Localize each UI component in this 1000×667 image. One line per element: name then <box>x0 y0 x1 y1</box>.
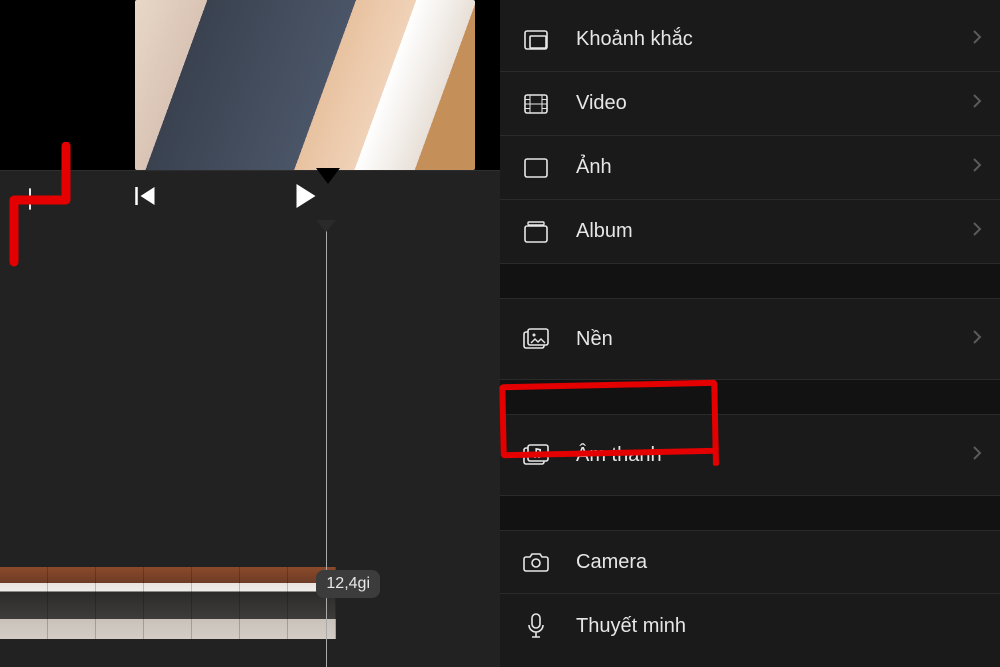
photo-icon <box>522 158 550 178</box>
clip-thumb[interactable] <box>240 567 288 639</box>
preview-area <box>0 0 500 170</box>
editor-pane: 12,4gi <box>0 0 500 667</box>
menu-item-camera[interactable]: Camera <box>500 530 1000 594</box>
camera-icon <box>522 552 550 572</box>
clip-filmstrip[interactable] <box>0 567 340 639</box>
menu-item-audio[interactable]: Âm thanh <box>500 414 1000 496</box>
menu-item-background[interactable]: Nền <box>500 298 1000 380</box>
clip-thumb[interactable] <box>0 567 48 639</box>
menu-label: Âm thanh <box>576 444 972 467</box>
menu-label: Khoảnh khắc <box>576 28 972 51</box>
menu-label: Camera <box>576 551 982 574</box>
chevron-right-icon <box>972 29 982 50</box>
menu-label: Nền <box>576 328 972 351</box>
clip-thumb[interactable] <box>144 567 192 639</box>
menu-section-capture: Camera Thuyết minh <box>500 530 1000 658</box>
mic-icon <box>522 613 550 639</box>
album-icon <box>522 221 550 243</box>
menu-label: Ảnh <box>576 156 972 179</box>
clip-thumb[interactable] <box>96 567 144 639</box>
menu-item-album[interactable]: Album <box>500 200 1000 264</box>
chevron-right-icon <box>972 445 982 466</box>
menu-item-photo[interactable]: Ảnh <box>500 136 1000 200</box>
chevron-right-icon <box>972 157 982 178</box>
chevron-right-icon <box>972 221 982 242</box>
menu-section-background: Nền <box>500 298 1000 380</box>
clip-thumb[interactable] <box>192 567 240 639</box>
menu-section-media: Khoảnh khắc Video Ảnh <box>500 0 1000 264</box>
clip-thumb[interactable] <box>48 567 96 639</box>
menu-label: Album <box>576 220 972 243</box>
timeline-track-spacer <box>0 639 500 667</box>
timeline[interactable]: 12,4gi <box>0 226 500 667</box>
background-icon <box>522 328 550 350</box>
plus-icon <box>17 186 43 212</box>
clip-duration-badge: 12,4gi <box>316 570 380 598</box>
media-source-menu: Khoảnh khắc Video Ảnh <box>500 0 1000 667</box>
play-icon <box>294 197 318 214</box>
chevron-right-icon <box>972 329 982 350</box>
film-icon <box>522 94 550 114</box>
menu-label: Thuyết minh <box>576 615 982 638</box>
section-divider <box>500 496 1000 530</box>
menu-item-video[interactable]: Video <box>500 72 1000 136</box>
preview-blank <box>0 0 135 170</box>
chevron-right-icon <box>972 93 982 114</box>
section-divider <box>500 380 1000 414</box>
moments-icon <box>522 30 550 50</box>
add-media-button[interactable] <box>8 177 52 221</box>
preview-thumbnail[interactable] <box>135 0 475 170</box>
transport-controls <box>0 170 500 226</box>
skip-back-button[interactable] <box>133 184 159 213</box>
menu-item-voiceover[interactable]: Thuyết minh <box>500 594 1000 658</box>
playhead-marker-lower <box>316 220 336 232</box>
playhead-marker <box>316 168 340 184</box>
menu-label: Video <box>576 92 972 115</box>
skip-back-icon <box>133 195 159 212</box>
playhead-line[interactable] <box>326 226 327 667</box>
audio-icon <box>522 444 550 466</box>
menu-section-audio: Âm thanh <box>500 414 1000 496</box>
menu-item-moments[interactable]: Khoảnh khắc <box>500 8 1000 72</box>
play-button[interactable] <box>294 182 318 215</box>
section-divider <box>500 264 1000 298</box>
